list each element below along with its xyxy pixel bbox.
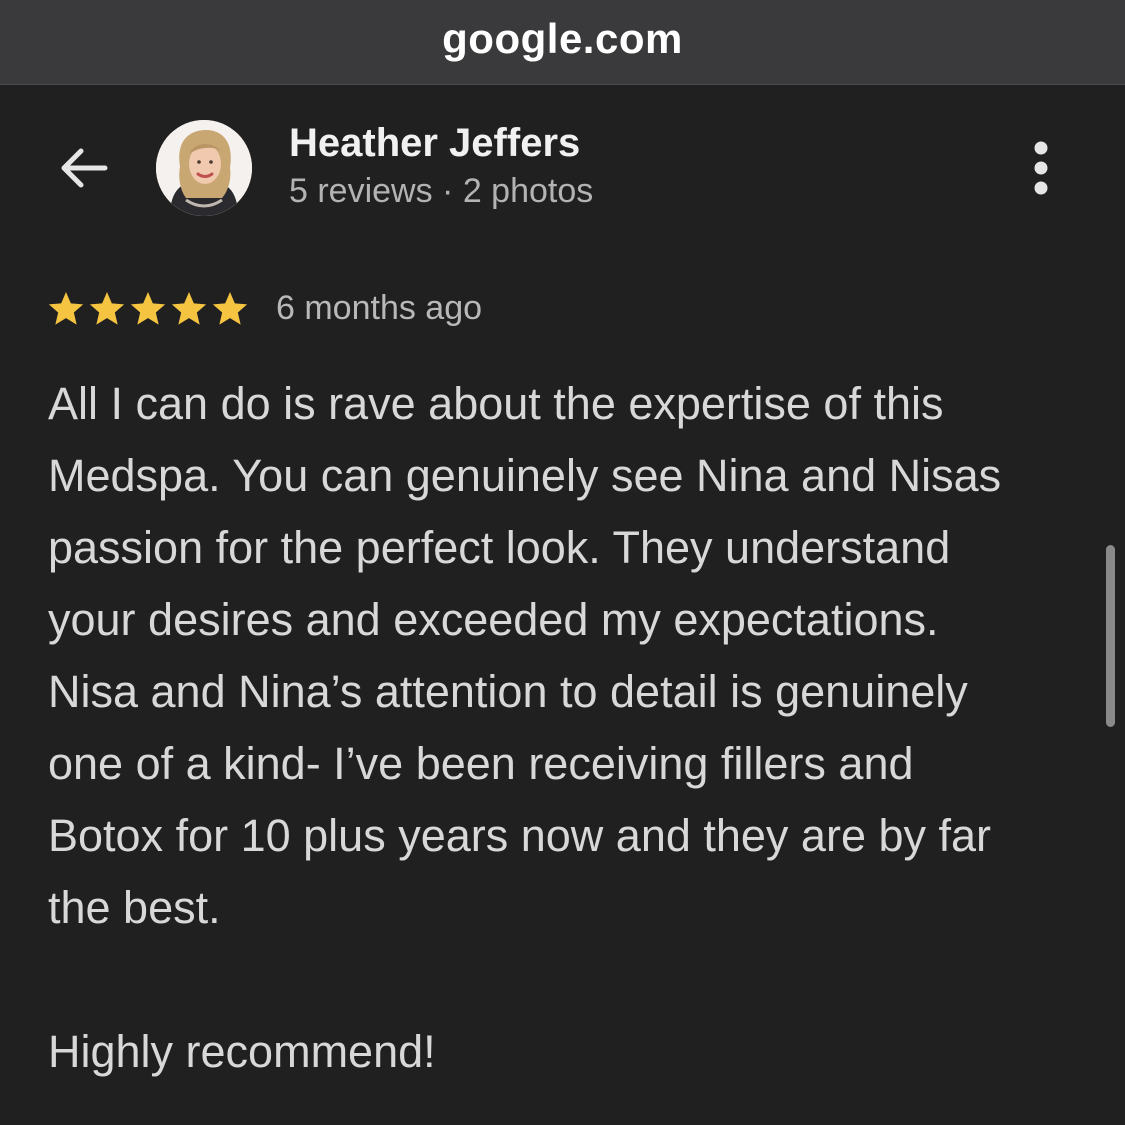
star-icon [130, 292, 166, 325]
review-line: Nisa and Nina’s attention to detail is g… [48, 666, 968, 717]
review-line: Botox for 10 plus years now and they are… [48, 810, 992, 861]
review-line: All I can do is rave about the expertise… [48, 378, 944, 429]
more-options-button[interactable] [1016, 136, 1066, 200]
star-icon [48, 292, 84, 325]
more-vertical-icon [1034, 141, 1048, 195]
star-icon [171, 292, 207, 325]
star-icon [212, 292, 248, 325]
scrollbar[interactable] [1106, 545, 1115, 727]
reviewer-meta: 5 reviews · 2 photos [289, 172, 594, 210]
review-line [48, 944, 1088, 1016]
review-line: Medspa. You can genuinely see Nina and N… [48, 450, 1002, 501]
review-line: the best. [48, 882, 221, 933]
review-line: your desires and exceeded my expectation… [48, 594, 939, 645]
back-button[interactable] [52, 136, 116, 200]
review-line: passion for the perfect look. They under… [48, 522, 951, 573]
review-time: 6 months ago [276, 289, 483, 327]
reviewer-name[interactable]: Heather Jeffers [289, 121, 580, 166]
reviewer-avatar[interactable] [156, 120, 252, 216]
star-rating [46, 286, 251, 332]
url-text: google.com [442, 15, 683, 62]
star-icon [89, 292, 125, 325]
reviewer-photo [156, 120, 252, 216]
review-text: All I can do is rave about the expertise… [48, 368, 1088, 1088]
arrow-left-icon [61, 148, 108, 188]
browser-url-bar[interactable]: google.com [0, 0, 1125, 85]
review-line: one of a kind- I’ve been receiving fille… [48, 738, 914, 789]
review-line: Highly recommend! [48, 1026, 436, 1077]
